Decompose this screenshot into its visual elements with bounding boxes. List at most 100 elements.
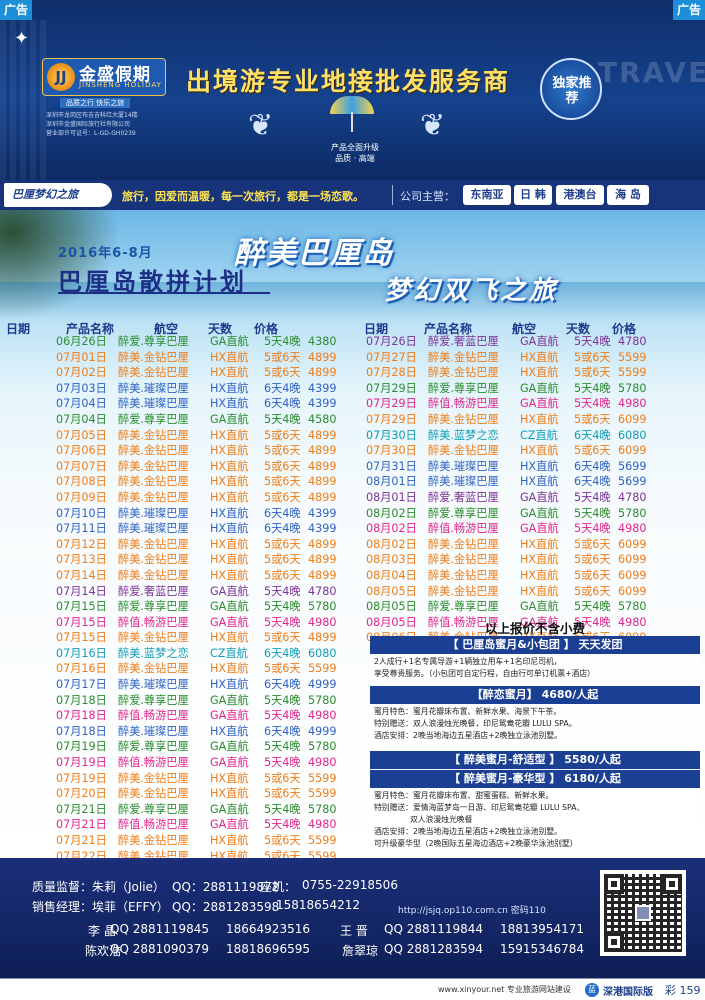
row-airline: HX直航 xyxy=(210,678,249,692)
row-date: 07月29日 xyxy=(366,397,417,411)
region-tag[interactable]: 海 岛 xyxy=(607,185,649,205)
contact-phone[interactable]: 18664923516 xyxy=(226,922,310,936)
row-product: 醉值.畅游巴厘 xyxy=(428,397,499,411)
row-date: 07月10日 xyxy=(56,506,107,520)
row-date: 07月09日 xyxy=(56,490,107,504)
package-title-honeymoon-small-group: 【 巴厘岛蜜月&小包团 】 天天发团 xyxy=(370,636,700,654)
row-airline: HX直航 xyxy=(210,662,249,676)
contact-phone[interactable]: 15915346784 xyxy=(500,942,584,956)
quality-supervisor: 质量监督：朱莉（Jolie） xyxy=(32,880,165,894)
row-price: 4899 xyxy=(308,475,337,489)
schedule-row: 07月04日 醉美.璀璨巴厘 HX直航 6天4晚 4399 xyxy=(56,396,356,412)
qr-code[interactable] xyxy=(600,870,686,956)
schedule-row: 07月15日 醉爱.尊享巴厘 GA直航 5天4晚 5780 xyxy=(56,599,356,615)
row-duration: 5或6天 xyxy=(574,553,611,567)
row-airline: HX直航 xyxy=(210,724,249,738)
row-product: 醉美.金钻巴厘 xyxy=(118,631,189,645)
row-price: 5780 xyxy=(618,600,647,614)
scroll-ornament-icon: ❦ xyxy=(420,108,446,143)
row-airline: GA直航 xyxy=(210,335,249,348)
row-product: 醉值.畅游巴厘 xyxy=(118,818,189,832)
contact-phone[interactable]: 18818696595 xyxy=(226,942,310,956)
row-price: 5780 xyxy=(308,693,337,707)
row-product: 醉爱.尊享巴厘 xyxy=(118,412,189,426)
row-airline: HX直航 xyxy=(210,459,249,473)
row-date: 07月19日 xyxy=(56,771,107,785)
contact-phone[interactable]: 18813954171 xyxy=(500,922,584,936)
company-legal-name: 深圳市金盛国际旅行社有限公司 xyxy=(46,121,131,128)
row-price: 5599 xyxy=(308,834,337,847)
row-price: 5599 xyxy=(618,366,647,380)
row-price: 4399 xyxy=(308,506,337,520)
row-airline: HX直航 xyxy=(520,568,559,582)
row-duration: 6天4晚 xyxy=(264,506,301,520)
row-price: 4899 xyxy=(308,490,337,504)
schedule-row: 07月16日 醉美.蓝梦之恋 CZ直航 6天4晚 6080 xyxy=(56,646,356,662)
row-date: 07月26日 xyxy=(366,335,417,348)
schedule-row: 07月29日 醉美.金钻巴厘 HX直航 5或6天 6099 xyxy=(366,412,666,428)
landline-number[interactable]: 0755-22918506 xyxy=(302,878,398,892)
row-duration: 5天4晚 xyxy=(264,802,301,816)
schedule-row: 07月02日 醉美.金钻巴厘 HX直航 5或6天 4899 xyxy=(56,365,356,381)
row-duration: 5天4晚 xyxy=(264,818,301,832)
website-link[interactable]: http://jsjq.op110.com.cn 密码110 xyxy=(398,903,546,916)
row-price: 5599 xyxy=(308,787,337,801)
company-logo[interactable]: JJ 金盛假期 JINSHENG HOLIDAY xyxy=(42,58,166,96)
row-product: 醉美.璀璨巴厘 xyxy=(118,724,189,738)
row-date: 07月21日 xyxy=(56,802,107,816)
row-product: 醉美.金钻巴厘 xyxy=(118,787,189,801)
row-airline: GA直航 xyxy=(210,693,249,707)
row-airline: HX直航 xyxy=(210,787,249,801)
row-date: 08月02日 xyxy=(366,537,417,551)
region-tag[interactable]: 日 韩 xyxy=(514,185,552,205)
row-date: 07月02日 xyxy=(56,366,107,380)
schedule-row: 08月04日 醉美.金钻巴厘 HX直航 5或6天 6099 xyxy=(366,568,666,584)
price-note: 以上报价不含小费 xyxy=(484,621,585,636)
row-airline: GA直航 xyxy=(210,818,249,832)
row-price: 4980 xyxy=(308,709,337,723)
contact-qq[interactable]: QQ 2881090379 xyxy=(110,942,209,956)
row-airline: HX直航 xyxy=(210,771,249,785)
row-price: 4899 xyxy=(308,428,337,442)
row-product: 醉美.璀璨巴厘 xyxy=(118,678,189,692)
row-date: 07月20日 xyxy=(56,787,107,801)
row-airline: GA直航 xyxy=(520,522,559,536)
row-product: 醉爱.尊享巴厘 xyxy=(118,802,189,816)
row-airline: HX直航 xyxy=(210,506,249,520)
stamp-text: 独家推荐 xyxy=(552,76,592,106)
row-duration: 5或6天 xyxy=(264,568,301,582)
row-duration: 6天4晚 xyxy=(264,522,301,536)
row-price: 5599 xyxy=(618,350,647,364)
manager-phone[interactable]: 15818654212 xyxy=(276,898,360,912)
row-date: 07月03日 xyxy=(56,381,107,395)
row-product: 醉美.金钻巴厘 xyxy=(428,584,499,598)
manager-qq[interactable]: QQ：2881283598 xyxy=(172,898,279,915)
contact-qq[interactable]: QQ 2881119845 xyxy=(110,922,209,936)
contact-qq[interactable]: QQ 2881283594 xyxy=(384,942,483,956)
row-airline: HX直航 xyxy=(210,631,249,645)
row-date: 07月14日 xyxy=(56,584,107,598)
row-date: 07月11日 xyxy=(56,522,107,536)
region-tag[interactable]: 东南亚 xyxy=(463,185,511,205)
row-date: 07月12日 xyxy=(56,537,107,551)
qr-finder xyxy=(604,874,624,894)
schedule-row: 07月27日 醉美.金钻巴厘 HX直航 5或6天 5599 xyxy=(366,350,666,366)
contact-name: 王 晋 xyxy=(340,924,368,938)
row-duration: 5或6天 xyxy=(264,537,301,551)
landline-label: 座机： xyxy=(260,880,297,894)
header-date: 日期 xyxy=(6,322,31,336)
ad-page: 广告 广告 ✦ JJ 金盛假期 JINSHENG HOLIDAY 品质之行 快乐… xyxy=(0,0,705,1000)
row-date: 07月06日 xyxy=(56,444,107,458)
row-product: 醉美.金钻巴厘 xyxy=(118,568,189,582)
row-date: 07月01日 xyxy=(56,350,107,364)
row-price: 4380 xyxy=(308,335,337,348)
region-tag[interactable]: 港澳台 xyxy=(556,185,604,205)
row-duration: 5天4晚 xyxy=(264,709,301,723)
publisher-url[interactable]: www.xinyour.net 专业旅游网站建设 xyxy=(438,984,571,995)
row-date: 07月18日 xyxy=(56,709,107,723)
row-duration: 5或6天 xyxy=(264,475,301,489)
row-price: 4399 xyxy=(308,381,337,395)
contact-qq[interactable]: QQ 2881119844 xyxy=(384,922,483,936)
schedule-row: 07月31日 醉美.璀璨巴厘 HX直航 6天4晚 5699 xyxy=(366,459,666,475)
qr-pattern xyxy=(604,874,682,952)
